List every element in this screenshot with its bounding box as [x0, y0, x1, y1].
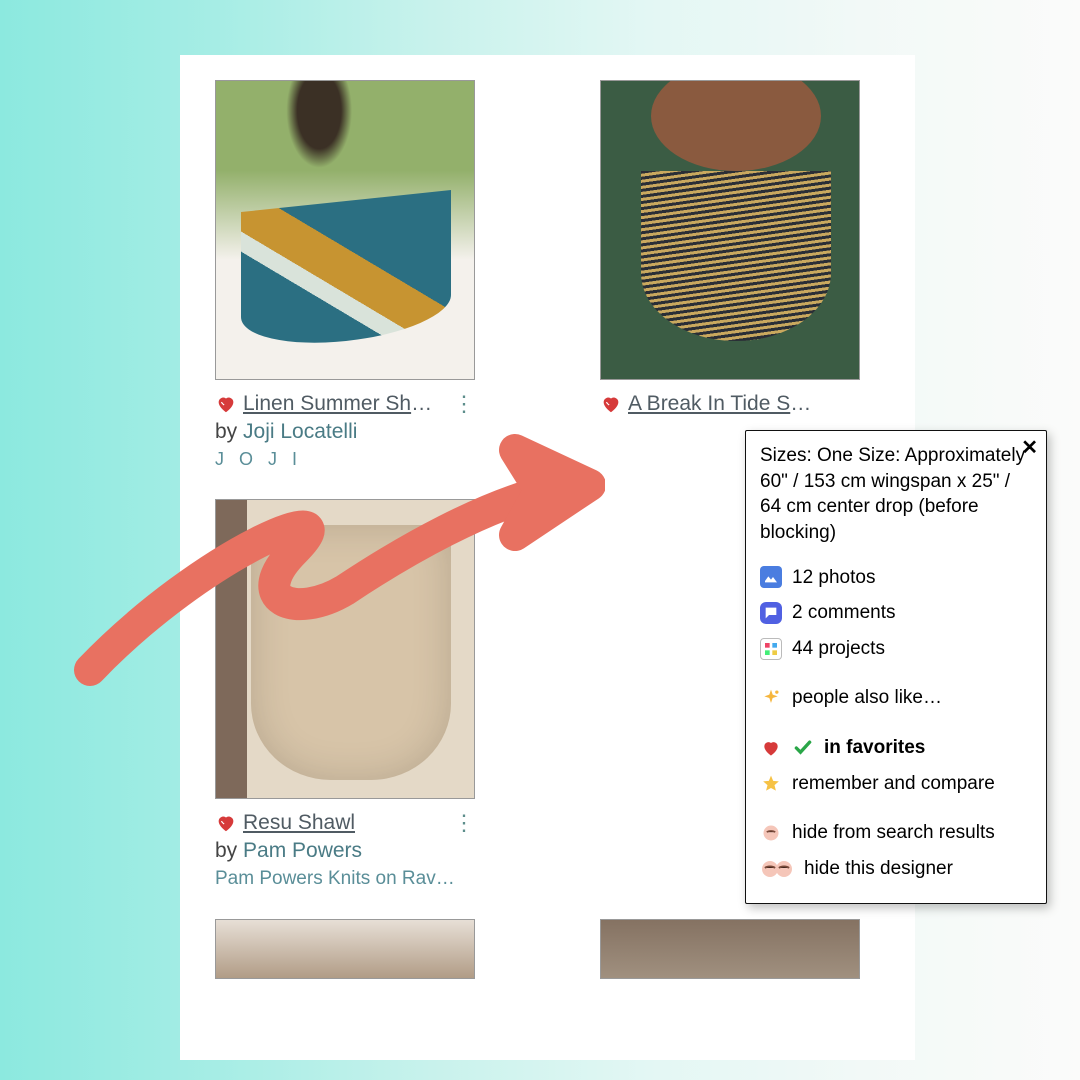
- pattern-photo[interactable]: [215, 499, 475, 799]
- pattern-card: Resu Shawl ⋮ by Pam Powers Pam Powers Kn…: [215, 499, 475, 891]
- heart-icon: [600, 393, 622, 415]
- hide-designer-link[interactable]: hide this designer: [760, 851, 1032, 887]
- comments-icon: [760, 602, 782, 624]
- photos-link[interactable]: 12 photos: [760, 560, 1032, 596]
- pattern-photo[interactable]: [215, 919, 475, 979]
- pattern-photo[interactable]: [600, 919, 860, 979]
- byline: by Joji Locatelli: [215, 418, 475, 446]
- check-icon: [792, 737, 814, 759]
- sizes-text: Sizes: One Size: Approximately 60" / 153…: [760, 443, 1032, 546]
- close-icon[interactable]: ✕: [1021, 435, 1038, 462]
- heart-icon: [215, 812, 237, 834]
- pattern-photo[interactable]: [215, 80, 475, 380]
- photos-icon: [760, 566, 782, 588]
- pattern-title-link[interactable]: Resu Shawl: [243, 809, 355, 837]
- remember-compare-link[interactable]: remember and compare: [760, 766, 1032, 802]
- pattern-title-link[interactable]: Linen Summer Sha…: [243, 390, 433, 418]
- designer-link[interactable]: Pam Powers: [243, 839, 362, 862]
- pattern-card: A Break In Tide Sh…: [600, 80, 860, 471]
- pattern-title-link[interactable]: A Break In Tide Sh…: [628, 390, 818, 418]
- people-also-like-link[interactable]: people also like…: [760, 680, 1032, 716]
- pattern-photo[interactable]: [600, 80, 860, 380]
- brand-link[interactable]: Pam Powers Knits on Rav…: [215, 866, 475, 892]
- hide-from-results-link[interactable]: hide from search results: [760, 815, 1032, 851]
- brand-link[interactable]: J O J I: [215, 447, 475, 471]
- results-panel: Linen Summer Sha… ⋮ by Joji Locatelli J …: [180, 55, 915, 1060]
- heart-icon: [760, 737, 782, 759]
- pattern-details-popover: ✕ Sizes: One Size: Approximately 60" / 1…: [745, 430, 1047, 904]
- designer-link[interactable]: Joji Locatelli: [243, 420, 357, 443]
- projects-link[interactable]: 44 projects: [760, 631, 1032, 667]
- pattern-card: [600, 919, 860, 979]
- star-icon: [760, 773, 782, 795]
- sparkle-icon: [760, 687, 782, 709]
- heart-icon: [215, 393, 237, 415]
- hide-icon: [760, 822, 782, 844]
- more-menu-button[interactable]: ⋮: [451, 393, 475, 415]
- pattern-card: [215, 919, 475, 979]
- byline: by Pam Powers: [215, 837, 475, 865]
- more-menu-button[interactable]: ⋮: [451, 812, 475, 834]
- projects-icon: [760, 638, 782, 660]
- hide-icon: [760, 858, 794, 880]
- pattern-card: Linen Summer Sha… ⋮ by Joji Locatelli J …: [215, 80, 475, 471]
- in-favorites-row[interactable]: in favorites: [760, 730, 1032, 766]
- comments-link[interactable]: 2 comments: [760, 595, 1032, 631]
